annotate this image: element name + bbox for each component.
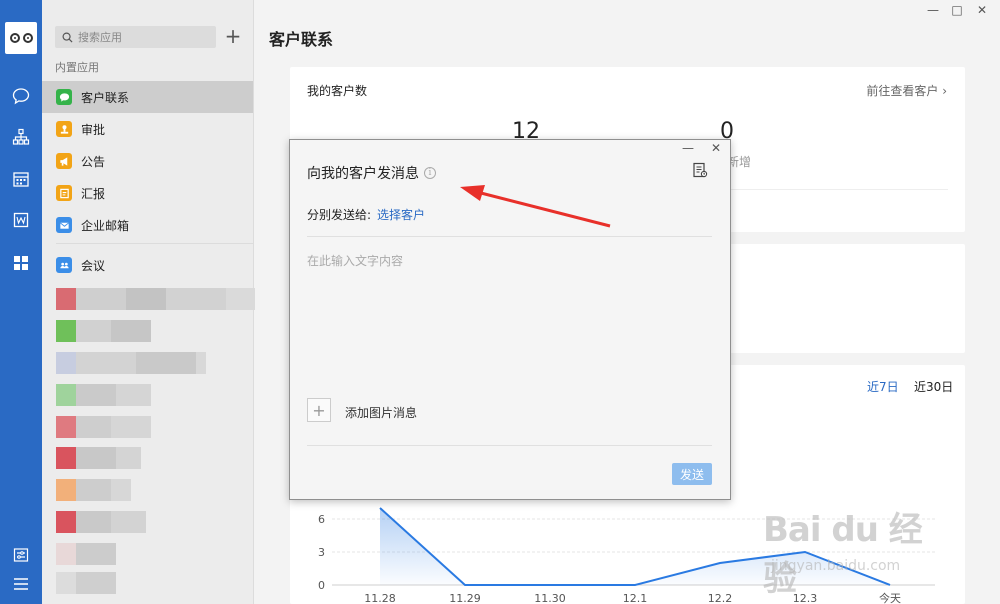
blurred-list-item [56, 447, 141, 469]
recipient-label: 分别发送给: [307, 208, 372, 222]
watermark-main: Bai du 经验 [763, 510, 923, 599]
annotation-arrow [460, 185, 611, 228]
close-icon[interactable]: ✕ [972, 2, 992, 18]
chart-ytick-label: 6 [318, 513, 325, 526]
blurred-list-item [56, 479, 131, 501]
stamp-icon [56, 121, 72, 137]
tab-last-30-days[interactable]: 近30日 [914, 378, 953, 395]
sidebar-item-report[interactable]: 汇报 [42, 177, 253, 209]
chart-xtick-label: 12.2 [708, 592, 733, 604]
sidebar-item-label: 审批 [81, 122, 106, 137]
calendar-icon[interactable] [9, 167, 33, 191]
maximize-icon[interactable]: □ [947, 2, 967, 18]
app-list-panel: + 内置应用 客户联系 审批 公告 汇报 企业邮箱 会议 [42, 0, 276, 604]
sidebar-item-approval[interactable]: 审批 [42, 113, 253, 145]
sidebar-item-announcement[interactable]: 公告 [42, 145, 253, 177]
chat-bubble-icon [56, 89, 72, 105]
sidebar-item-label: 公告 [81, 154, 106, 169]
org-icon[interactable] [9, 125, 33, 149]
blurred-list-item [56, 352, 206, 374]
page-title: 客户联系 [269, 30, 334, 49]
minimize-icon[interactable]: — [923, 2, 943, 18]
icon-rail [0, 0, 42, 604]
sidebar-item-label: 客户联系 [81, 90, 130, 105]
add-image-button[interactable]: + [307, 398, 331, 422]
history-doc-icon[interactable] [692, 162, 708, 178]
sidebar-item-customer-contact[interactable]: 客户联系 [42, 81, 253, 113]
meeting-icon [56, 257, 72, 273]
sidebar-item-mail[interactable]: 企业邮箱 [42, 209, 253, 241]
message-textarea[interactable] [307, 252, 712, 372]
apps-icon[interactable] [9, 251, 33, 275]
chevron-right-icon: › [942, 84, 947, 98]
sidebar-item-label: 企业邮箱 [81, 218, 130, 233]
avatar-eye [9, 33, 20, 43]
blurred-list-item [56, 511, 146, 533]
blurred-list-item [56, 384, 151, 406]
mail-icon [56, 217, 72, 233]
info-icon[interactable]: i [424, 167, 436, 179]
doc-icon[interactable] [9, 208, 33, 232]
menu-icon[interactable] [9, 572, 33, 596]
megaphone-icon [56, 153, 72, 169]
user-avatar[interactable] [5, 22, 37, 54]
search-input[interactable] [78, 30, 208, 44]
sidebar-item-meeting[interactable]: 会议 [42, 249, 253, 281]
minimize-icon[interactable]: — [678, 140, 698, 156]
blurred-list-item [56, 572, 116, 594]
baidu-watermark: Bai du 经验 jingyan.baidu.com [763, 492, 953, 599]
blurred-list-item [56, 416, 151, 438]
blurred-list-item [56, 288, 276, 310]
search-icon [62, 32, 73, 43]
chart-xtick-label: 12.1 [623, 592, 648, 604]
recipient-row: 分别发送给: 选择客户 [307, 206, 425, 223]
blurred-list-item [56, 320, 151, 342]
card-title: 我的客户数 [307, 84, 368, 98]
chart-ytick-label: 0 [318, 579, 325, 592]
section-label: 内置应用 [55, 61, 99, 74]
sidebar-divider [56, 243, 253, 244]
dialog-divider [307, 236, 712, 237]
view-customers-link[interactable]: 前往查看客户 › [866, 82, 947, 99]
chart-xtick-label: 11.29 [449, 592, 481, 604]
chart-xtick-label: 11.28 [364, 592, 396, 604]
search-box[interactable] [55, 26, 216, 48]
blurred-list-item [56, 543, 116, 565]
settings-icon[interactable] [9, 543, 33, 567]
report-icon [56, 185, 72, 201]
watermark-sub: jingyan.baidu.com [771, 558, 901, 574]
sidebar-item-label: 会议 [81, 258, 106, 273]
dialog-title: 向我的客户发消息 i [307, 163, 436, 183]
dialog-title-text: 向我的客户发消息 [307, 166, 419, 182]
avatar-eye [22, 33, 33, 43]
send-button[interactable]: 发送 [672, 463, 712, 485]
close-icon[interactable]: ✕ [706, 140, 726, 156]
add-image-label: 添加图片消息 [345, 406, 418, 420]
chat-icon[interactable] [9, 84, 33, 108]
chart-xtick-label: 11.30 [534, 592, 566, 604]
chart-ytick-label: 3 [318, 546, 325, 559]
tab-last-7-days[interactable]: 近7日 [867, 378, 899, 395]
add-app-button[interactable]: + [223, 26, 243, 47]
select-customer-link[interactable]: 选择客户 [377, 208, 425, 222]
dialog-divider [307, 445, 712, 446]
sidebar-item-label: 汇报 [81, 186, 106, 201]
card-divider [730, 189, 948, 190]
